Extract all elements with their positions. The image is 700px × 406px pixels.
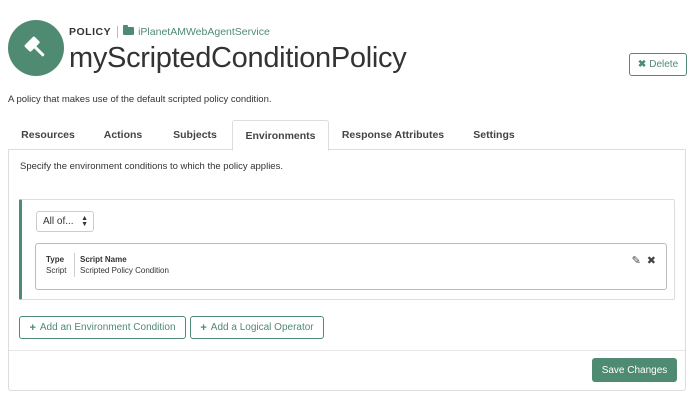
policy-description: A policy that makes use of the default s… (8, 94, 272, 105)
save-changes-button[interactable]: Save Changes (592, 358, 677, 382)
tab-actions[interactable]: Actions (88, 120, 158, 150)
tab-subjects[interactable]: Subjects (158, 120, 232, 150)
add-logical-operator-button[interactable]: + Add a Logical Operator (190, 316, 324, 339)
tab-response-attributes[interactable]: Response Attributes (329, 120, 457, 150)
environments-panel: Specify the environment conditions to wh… (8, 150, 686, 391)
select-arrows-icon: ▲ ▼ (81, 215, 88, 228)
policy-type-label: POLICY (69, 26, 112, 38)
condition-card[interactable]: Type Script Script Name Scripted Policy … (35, 243, 667, 290)
condition-type-column: Type Script (46, 255, 66, 275)
plus-icon: + (200, 321, 207, 334)
add-environment-condition-button[interactable]: + Add an Environment Condition (19, 316, 186, 339)
script-name-value: Scripted Policy Condition (80, 266, 169, 275)
tab-bar: Resources Actions Subjects Environments … (8, 120, 686, 151)
tab-settings[interactable]: Settings (457, 120, 531, 150)
delete-button-label: Delete (649, 59, 679, 70)
pencil-icon[interactable]: ✎ (632, 256, 641, 267)
condition-group: All of... ▲ ▼ Type Script Script Name Scr… (19, 199, 675, 300)
condition-type-header: Type (46, 255, 65, 264)
logic-operator-select[interactable]: All of... ▲ ▼ (36, 211, 94, 232)
close-icon: ✖ (637, 59, 647, 70)
panel-intro: Specify the environment conditions to wh… (20, 161, 283, 172)
plus-icon: + (29, 321, 36, 334)
delete-button[interactable]: ✖ Delete (629, 53, 687, 76)
condition-type-value: Script (46, 266, 67, 275)
page-header: POLICY iPlanetAMWebAgentService myScript… (8, 20, 692, 80)
condition-script-column: Script Name Scripted Policy Condition (80, 255, 169, 275)
policy-type-line: POLICY iPlanetAMWebAgentService (69, 25, 270, 38)
folder-icon (123, 25, 135, 35)
logic-operator-value: All of... (43, 216, 74, 227)
divider (117, 26, 119, 38)
tab-environments[interactable]: Environments (232, 120, 329, 151)
add-condition-label: Add an Environment Condition (39, 322, 176, 333)
tab-resources[interactable]: Resources (8, 120, 88, 150)
divider (9, 350, 685, 351)
page-title: myScriptedConditionPolicy (69, 42, 407, 74)
application-link[interactable]: iPlanetAMWebAgentService (138, 26, 270, 38)
divider (74, 253, 75, 277)
script-name-header: Script Name (80, 255, 127, 264)
add-operator-label: Add a Logical Operator (210, 322, 314, 333)
close-icon[interactable]: ✖ (647, 256, 656, 267)
condition-actions: ✎ ✖ (632, 256, 656, 267)
gavel-icon (21, 33, 51, 63)
policy-avatar (8, 20, 64, 76)
